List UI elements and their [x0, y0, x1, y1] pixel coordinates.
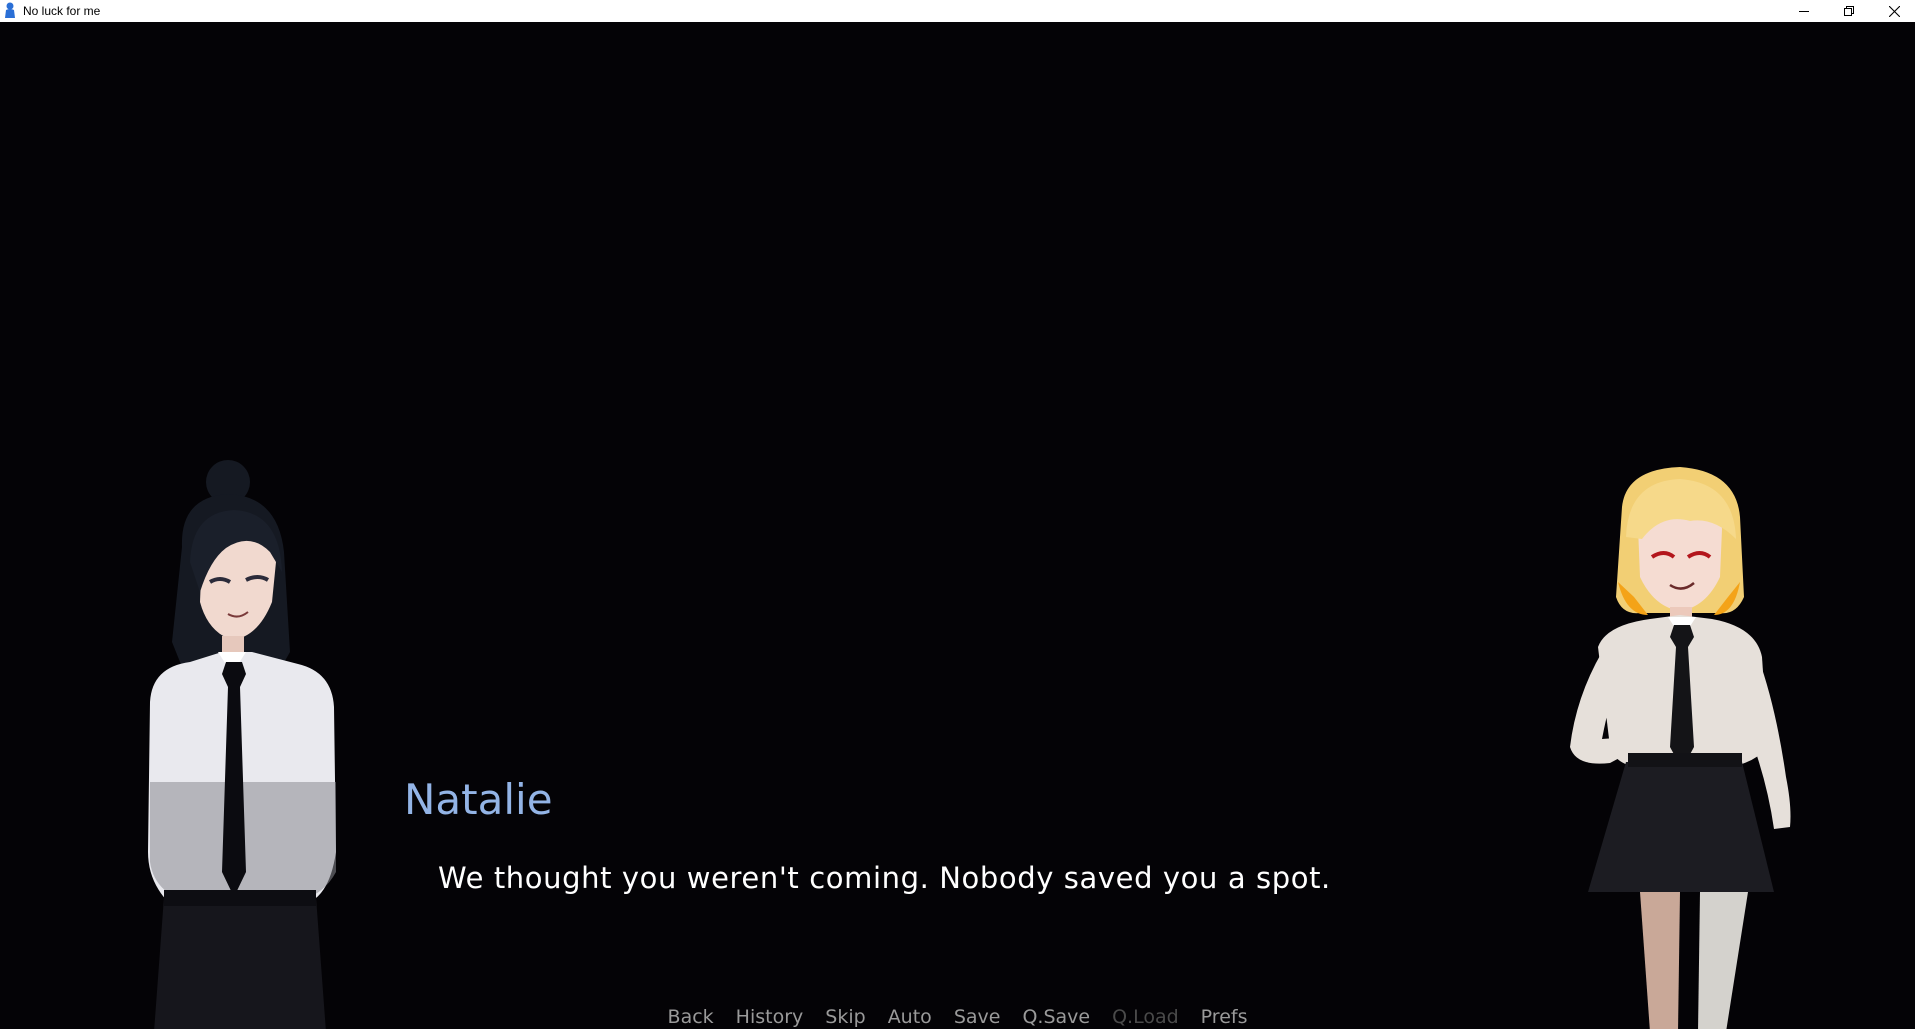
dialogue-text: We thought you weren't coming. Nobody sa… [438, 861, 1331, 895]
save-button[interactable]: Save [943, 1005, 1012, 1029]
game-viewport[interactable]: Natalie We thought you weren't coming. N… [0, 22, 1915, 1029]
speaker-name: Natalie [404, 775, 553, 824]
quick-load-button[interactable]: Q.Load [1101, 1005, 1190, 1029]
prefs-button[interactable]: Prefs [1190, 1005, 1259, 1029]
quick-menu: Back History Skip Auto Save Q.Save Q.Loa… [0, 1005, 1915, 1029]
close-button[interactable] [1871, 0, 1915, 22]
character-sprite-left [148, 460, 336, 1029]
character-sprite-right [1570, 467, 1791, 1029]
minimize-button[interactable] [1781, 0, 1827, 22]
skip-button[interactable]: Skip [814, 1005, 876, 1029]
close-icon [1888, 5, 1900, 17]
minimize-icon [1799, 11, 1809, 12]
restore-icon [1844, 6, 1854, 16]
quick-save-button[interactable]: Q.Save [1011, 1005, 1101, 1029]
back-button[interactable]: Back [657, 1005, 725, 1029]
window-titlebar: No luck for me [0, 0, 1915, 22]
window-title: No luck for me [23, 4, 101, 18]
history-button[interactable]: History [725, 1005, 815, 1029]
app-icon [5, 2, 15, 18]
auto-button[interactable]: Auto [877, 1005, 943, 1029]
restore-button[interactable] [1826, 0, 1872, 22]
